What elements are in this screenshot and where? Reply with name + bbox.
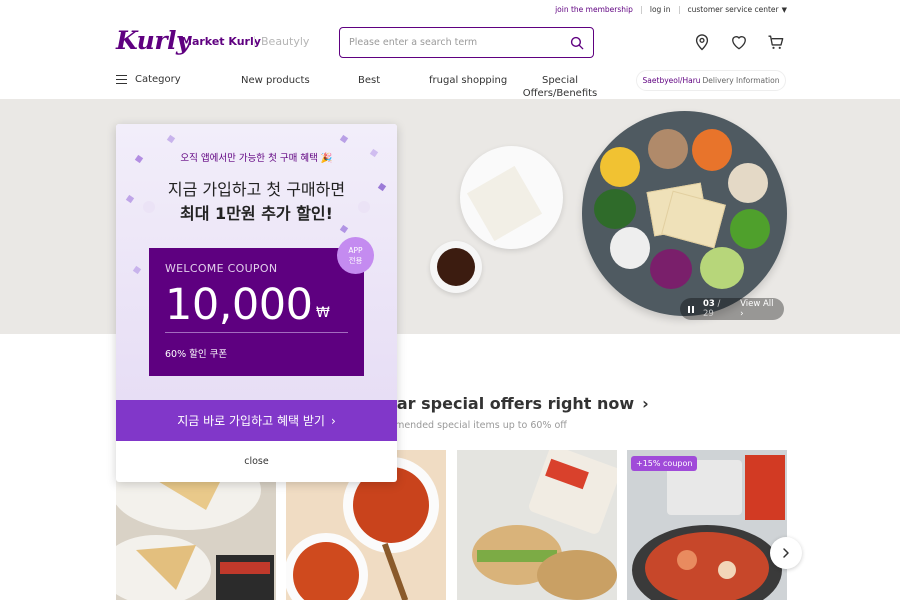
sandwich-image <box>472 450 617 600</box>
popup-kicker: 오직 앱에서만 가능한 첫 구매 혜택 🎉 <box>180 153 333 164</box>
coupon-description: 60% 할인 쿠폰 <box>165 349 228 360</box>
coupon-label: WELCOME COUPON <box>165 262 278 275</box>
category-label: Category <box>135 74 181 85</box>
nav-best[interactable]: Best <box>358 74 380 87</box>
section-title[interactable]: ular special offers right now › <box>380 394 649 413</box>
customer-service-menu[interactable]: customer service center ▼ <box>688 5 787 14</box>
cart-icon[interactable] <box>766 32 786 52</box>
section-subtitle: ommended special items up to 60% off <box>380 420 567 431</box>
chevron-right-icon: › <box>642 394 649 413</box>
food-item <box>610 227 650 269</box>
search-icon[interactable] <box>570 36 584 50</box>
food-item <box>692 129 732 171</box>
delivery-label: Delivery Information <box>702 76 780 85</box>
login-link[interactable]: log in <box>650 5 671 14</box>
chevron-right-icon: › <box>330 413 336 428</box>
coupon-notch <box>143 201 155 213</box>
divider <box>678 5 680 14</box>
heart-icon[interactable] <box>729 32 749 52</box>
slide-controls: 03 / 29 View All › <box>680 298 784 320</box>
view-all-button[interactable]: View All › <box>740 299 776 319</box>
beautyly-tab[interactable]: Beautyly <box>261 35 309 48</box>
delivery-highlight: Saetbyeol/Haru <box>642 76 701 85</box>
divider <box>640 5 642 14</box>
nav-frugal-shopping[interactable]: frugal shopping <box>429 74 507 87</box>
confetti <box>166 134 176 144</box>
popup-body: 오직 앱에서만 가능한 첫 구매 혜택 🎉 지금 가입하고 첫 구매하면 최대 … <box>116 124 397 400</box>
nav-new-products[interactable]: New products <box>241 74 310 87</box>
caret-down-icon: ▼ <box>781 5 787 14</box>
welcome-coupon-popup: 오직 앱에서만 가능한 첫 구매 혜택 🎉 지금 가입하고 첫 구매하면 최대 … <box>116 124 397 482</box>
join-membership-link[interactable]: join the membership <box>555 5 633 14</box>
coupon-badge: +15% coupon <box>631 456 698 471</box>
utility-links: join the membership log in customer serv… <box>555 5 787 14</box>
seafood-stew-image <box>632 455 785 600</box>
slide-counter: 03 / 29 <box>703 299 721 319</box>
header-icons <box>692 32 786 52</box>
food-item <box>728 163 768 203</box>
header: Kurly Market Kurly Beautyly <box>0 22 900 62</box>
chevron-right-icon <box>783 548 789 558</box>
search-box <box>339 27 594 58</box>
food-item <box>650 249 692 289</box>
market-kurly-tab[interactable]: Market Kurly <box>181 35 261 48</box>
confetti <box>132 265 142 275</box>
nav-special-offers[interactable]: Special Offers/Benefits <box>520 74 600 100</box>
product-card[interactable]: +15% coupon <box>627 450 787 600</box>
coupon-notch <box>358 201 370 213</box>
hamburger-icon <box>116 75 127 85</box>
search-input[interactable] <box>349 37 570 48</box>
app-only-badge: APP 전용 <box>337 237 374 274</box>
customer-service-label: customer service center <box>687 5 779 14</box>
popup-headline-bold: 최대 1만원 추가 할인! <box>180 204 333 223</box>
main-nav: Category New products Best frugal shoppi… <box>0 66 900 100</box>
coupon-amount: 10,000 <box>165 280 313 330</box>
food-item <box>600 147 640 187</box>
delivery-info-button[interactable]: Saetbyeol/Haru Delivery Information <box>636 70 786 91</box>
carousel-next-button[interactable] <box>770 537 802 569</box>
food-item <box>594 189 636 229</box>
welcome-coupon: WELCOME COUPON 10,000 ₩ 60% 할인 쿠폰 <box>149 248 364 376</box>
kurly-logo[interactable]: Kurly <box>116 26 191 55</box>
category-menu[interactable]: Category <box>116 74 181 85</box>
product-card[interactable] <box>457 450 617 600</box>
signup-cta-button[interactable]: 지금 바로 가입하고 혜택 받기 › <box>116 400 397 441</box>
close-button[interactable]: close <box>116 441 397 482</box>
divider <box>254 36 255 47</box>
food-item <box>648 129 688 169</box>
location-icon[interactable] <box>692 32 712 52</box>
food-item <box>700 247 744 289</box>
won-icon: ₩ <box>316 305 330 321</box>
popup-headline: 지금 가입하고 첫 구매하면 <box>167 180 346 199</box>
food-item <box>730 209 770 249</box>
pause-icon[interactable] <box>688 305 694 313</box>
confetti <box>339 224 349 234</box>
divider <box>165 332 348 333</box>
sauce <box>437 248 475 286</box>
confetti <box>339 134 349 144</box>
